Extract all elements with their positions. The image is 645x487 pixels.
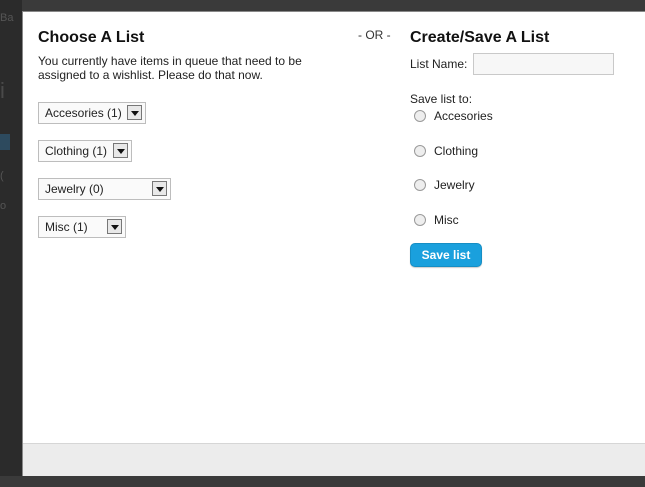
radio-label[interactable]: Misc — [434, 213, 459, 227]
background-text-fragment: i — [0, 78, 5, 103]
dropdown-arrow-icon[interactable] — [127, 105, 142, 120]
background-text-fragment: Ba — [0, 12, 14, 24]
dropdown-arrow-icon[interactable] — [152, 181, 167, 196]
choose-list-title: Choose A List — [38, 29, 145, 46]
background-blue-block — [0, 134, 10, 150]
dialog-footer — [23, 443, 645, 477]
select-jewelry-list[interactable]: Jewelry (0) — [38, 178, 171, 200]
radio-label[interactable]: Clothing — [434, 144, 478, 158]
list-name-input[interactable] — [473, 53, 614, 75]
select-value: Clothing (1) — [45, 144, 108, 158]
select-value: Jewelry (0) — [45, 182, 104, 196]
or-separator: - OR - — [358, 28, 391, 42]
list-name-label: List Name: — [410, 57, 468, 71]
create-list-title: Create/Save A List — [410, 29, 550, 46]
select-clothing-list[interactable]: Clothing (1) — [38, 140, 132, 162]
background-text-fragment: ( — [0, 170, 4, 182]
background-page: Ba i ( o — [0, 0, 22, 487]
select-value: Misc (1) — [45, 220, 88, 234]
dropdown-arrow-icon[interactable] — [113, 143, 128, 158]
radio-button[interactable] — [414, 110, 426, 122]
radio-button[interactable] — [414, 145, 426, 157]
wishlist-dialog: Choose A List You currently have items i… — [22, 11, 645, 477]
radio-button[interactable] — [414, 179, 426, 191]
radio-label[interactable]: Accesories — [434, 109, 493, 123]
select-misc-list[interactable]: Misc (1) — [38, 216, 126, 238]
queue-notice: You currently have items in queue that n… — [38, 54, 302, 82]
save-list-button[interactable]: Save list — [410, 243, 482, 267]
dropdown-arrow-icon[interactable] — [107, 219, 122, 234]
select-accesories-list[interactable]: Accesories (1) — [38, 102, 146, 124]
overlay-bottom — [0, 476, 645, 487]
radio-button[interactable] — [414, 214, 426, 226]
radio-label[interactable]: Jewelry — [434, 178, 475, 192]
background-text-fragment: o — [0, 200, 7, 212]
save-to-label: Save list to: — [410, 92, 473, 106]
select-value: Accesories (1) — [45, 106, 122, 120]
